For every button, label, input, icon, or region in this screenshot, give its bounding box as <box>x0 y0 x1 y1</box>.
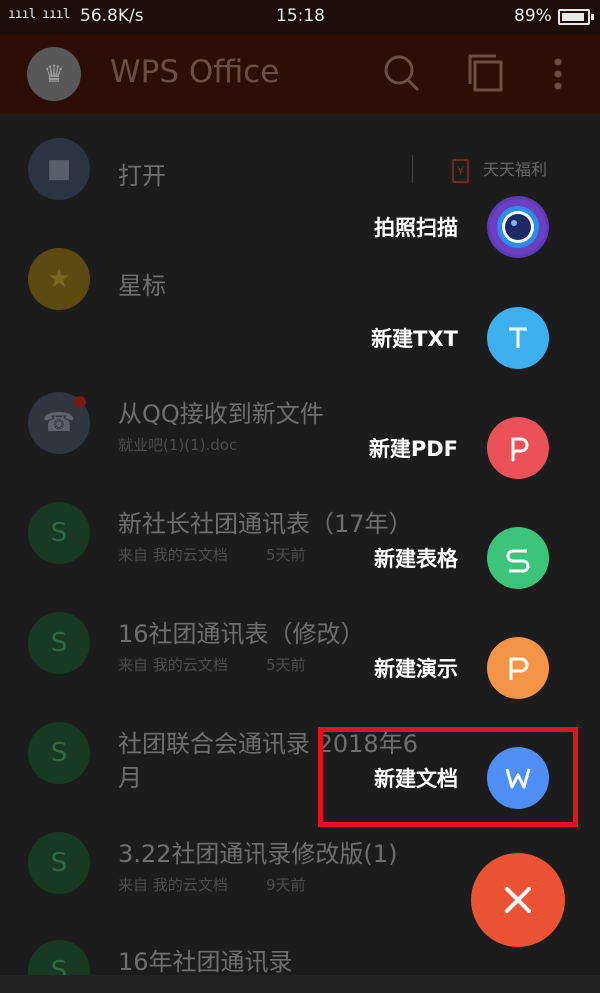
spreadsheet-icon: S <box>28 722 90 784</box>
signal-icon: ıııl ıııl <box>8 7 70 22</box>
qq-label: 从QQ接收到新文件 <box>118 400 324 428</box>
camera-lens-icon <box>490 199 546 255</box>
app-bar: ♛ WPS Office <box>0 34 600 114</box>
folder-icon: ■ <box>28 138 90 200</box>
new-txt-button[interactable] <box>487 307 549 369</box>
app-title: WPS Office <box>110 54 280 90</box>
file-source: 来自 我的云文档 <box>118 546 228 564</box>
pdf-icon <box>511 437 529 462</box>
file-name: 16年社团通讯录 <box>118 948 293 976</box>
presentation-icon <box>509 657 529 680</box>
fab-label-pdf[interactable]: 新建PDF <box>369 433 458 463</box>
scan-button[interactable] <box>487 196 549 258</box>
file-name: 3.22社团通讯录修改版(1) <box>118 840 398 868</box>
spreadsheet-icon: S <box>28 612 90 674</box>
highlight-box <box>318 727 578 827</box>
search-icon[interactable] <box>382 50 422 96</box>
bottom-bar <box>0 975 600 993</box>
open-label: 打开 <box>118 162 166 190</box>
fab-label-sheet[interactable]: 新建表格 <box>374 543 458 573</box>
file-time: 9天前 <box>266 876 306 894</box>
multi-window-icon[interactable] <box>466 50 506 96</box>
fab-label-txt[interactable]: 新建TXT <box>371 323 458 353</box>
notification-dot <box>74 396 86 408</box>
file-name: 16社团通讯表（修改） <box>118 620 365 648</box>
battery-icon <box>558 9 594 25</box>
user-avatar[interactable]: ♛ <box>27 47 81 101</box>
spreadsheet-icon: S <box>28 832 90 894</box>
star-label: 星标 <box>118 272 166 300</box>
network-speed: 56.8K/s <box>80 6 144 26</box>
more-menu-icon[interactable] <box>548 50 568 96</box>
qq-file: 就业吧(1)(1).doc <box>118 436 238 454</box>
clock: 15:18 <box>276 6 325 26</box>
spreadsheet-icon <box>506 549 530 573</box>
battery-percent: 89% <box>514 6 552 26</box>
close-icon <box>505 887 531 913</box>
star-icon: ★ <box>28 248 90 310</box>
file-source: 来自 我的云文档 <box>118 876 228 894</box>
divider <box>412 155 413 183</box>
close-fab-button[interactable] <box>471 853 565 947</box>
spreadsheet-icon: S <box>28 502 90 564</box>
new-spreadsheet-button[interactable] <box>487 527 549 589</box>
file-source: 来自 我的云文档 <box>118 656 228 674</box>
file-time: 5天前 <box>266 656 306 674</box>
fab-label-ppt[interactable]: 新建演示 <box>374 653 458 683</box>
red-envelope-icon: ¥ <box>452 158 469 183</box>
txt-icon <box>509 327 527 348</box>
fab-label-scan[interactable]: 拍照扫描 <box>374 212 458 242</box>
status-bar: ıııl ıııl 56.8K/s 15:18 89% <box>0 0 600 34</box>
file-name-line2: 月 <box>118 764 142 792</box>
new-presentation-button[interactable] <box>487 637 549 699</box>
welfare-label: 天天福利 <box>483 160 548 179</box>
daily-welfare-button[interactable]: ¥ 天天福利 <box>452 156 547 183</box>
file-time: 5天前 <box>266 546 306 564</box>
new-pdf-button[interactable] <box>487 417 549 479</box>
file-name: 新社长社团通讯表（17年） <box>118 510 413 538</box>
